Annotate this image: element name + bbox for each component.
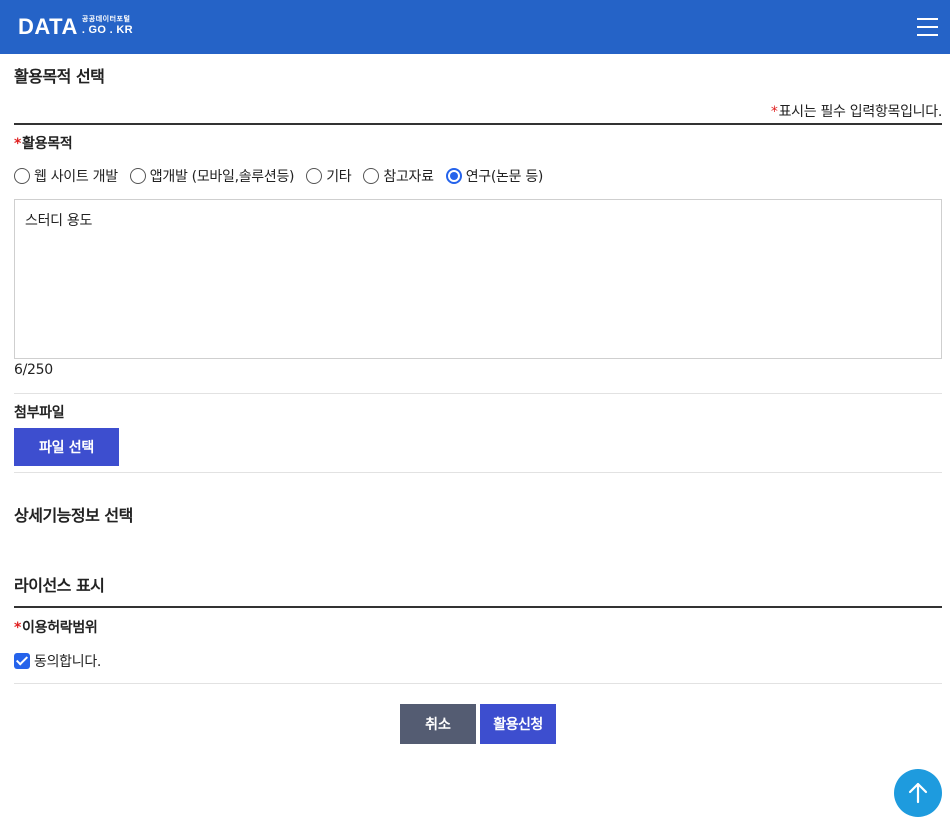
purpose-section-title: 활용목적 선택 <box>14 67 105 86</box>
logo-main-text: DATA <box>18 14 78 39</box>
radio-research[interactable]: 연구(논문 등) <box>445 166 544 186</box>
radio-reference[interactable]: 참고자료 <box>363 166 434 186</box>
logo-sub: 공공데이터포털 . GO . KR <box>82 14 133 36</box>
arrow-up-icon <box>908 782 928 804</box>
radio-etc[interactable]: 기타 <box>306 166 352 186</box>
section-divider <box>14 606 942 608</box>
purpose-radio-group: 웹 사이트 개발 앱개발 (모바일,솔루션등) 기타 참고자료 연구(논문 등) <box>14 166 555 186</box>
radio-web-site[interactable]: 웹 사이트 개발 <box>14 166 118 186</box>
detail-section-title: 상세기능정보 선택 <box>14 506 133 525</box>
purpose-label-text: 활용목적 <box>22 136 73 152</box>
radio-label: 웹 사이트 개발 <box>34 169 118 185</box>
cancel-button[interactable]: 취소 <box>400 704 476 744</box>
license-scope-label: *이용허락범위 <box>14 617 98 637</box>
radio-button[interactable] <box>129 168 146 184</box>
radio-label: 기타 <box>326 169 352 185</box>
divider <box>14 683 942 684</box>
divider <box>14 472 942 473</box>
radio-label: 앱개발 (모바일,솔루션등) <box>149 169 295 185</box>
site-header: DATA 공공데이터포털 . GO . KR <box>0 0 950 54</box>
submit-application-button[interactable]: 활용신청 <box>480 704 556 744</box>
radio-label: 참고자료 <box>383 169 434 185</box>
attachment-label: 첨부파일 <box>14 405 65 421</box>
license-section-title: 라이선스 표시 <box>14 576 105 595</box>
logo-sub-bottom-text: . GO . KR <box>81 24 133 36</box>
required-star: * <box>14 136 22 152</box>
site-logo[interactable]: DATA 공공데이터포털 . GO . KR <box>18 14 133 40</box>
radio-button[interactable] <box>363 168 380 184</box>
required-star: * <box>770 104 778 120</box>
divider <box>14 393 942 394</box>
radio-button[interactable] <box>306 168 323 184</box>
agree-checkbox[interactable] <box>14 653 30 669</box>
radio-label: 연구(논문 등) <box>465 169 544 185</box>
file-select-button[interactable]: 파일 선택 <box>14 428 119 466</box>
required-star: * <box>14 620 22 636</box>
hamburger-menu-icon[interactable] <box>917 17 939 37</box>
radio-button[interactable] <box>14 168 30 184</box>
logo-sub-top-text: 공공데이터포털 <box>81 15 131 23</box>
radio-button-selected[interactable] <box>445 168 462 184</box>
section-divider <box>14 123 942 125</box>
radio-app-dev[interactable]: 앱개발 (모바일,솔루션등) <box>129 166 295 186</box>
agree-checkbox-row[interactable]: 동의합니다. <box>14 651 101 671</box>
char-counter: 6/250 <box>14 362 53 378</box>
required-notice: *표시는 필수 입력항목입니다. <box>771 101 942 121</box>
scroll-top-button[interactable] <box>894 769 942 817</box>
agree-label: 동의합니다. <box>34 654 102 670</box>
license-scope-label-text: 이용허락범위 <box>22 620 98 636</box>
required-notice-text: 표시는 필수 입력항목입니다. <box>778 104 943 120</box>
purpose-detail-textarea[interactable] <box>14 199 942 359</box>
purpose-label: *활용목적 <box>14 133 73 153</box>
